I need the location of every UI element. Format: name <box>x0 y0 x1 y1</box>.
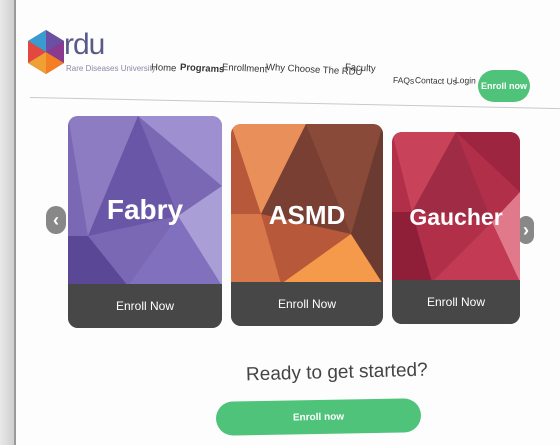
card-enroll-button-gaucher[interactable]: Enroll Now <box>392 280 520 324</box>
program-card-asmd[interactable]: ASMD Enroll Now <box>231 124 383 326</box>
program-card-fabry[interactable]: Fabry Enroll Now <box>68 116 222 328</box>
nav-home[interactable]: Home <box>151 62 177 74</box>
card-title-asmd: ASMD <box>268 200 346 230</box>
nav-faqs[interactable]: FAQs <box>393 75 415 86</box>
chevron-left-icon: ‹ <box>53 209 59 230</box>
card-enroll-button-asmd[interactable]: Enroll Now <box>231 282 383 326</box>
device-bezel <box>0 0 14 445</box>
header-enroll-button[interactable]: Enroll now <box>478 70 530 102</box>
nav-contact[interactable]: Contact Us <box>415 75 457 86</box>
program-card-gaucher[interactable]: Gaucher Enroll Now <box>392 132 520 324</box>
logo-wordmark[interactable]: rdu <box>64 28 105 62</box>
card-enroll-button-fabry[interactable]: Enroll Now <box>68 284 222 328</box>
card-title-gaucher: Gaucher <box>409 204 503 230</box>
nav-enrollment[interactable]: Enrollment <box>222 62 268 75</box>
carousel-prev-button[interactable]: ‹ <box>46 206 66 234</box>
nav-programs[interactable]: Programs <box>180 62 225 75</box>
cta-enroll-button[interactable]: Enroll now <box>215 398 422 436</box>
nav-login[interactable]: Login <box>455 75 476 86</box>
chevron-right-icon: › <box>523 219 529 240</box>
carousel-next-button[interactable]: › <box>518 216 534 244</box>
logo-subtitle: Rare Diseases University <box>66 64 156 73</box>
card-title-fabry: Fabry <box>106 194 184 225</box>
nav-faculty[interactable]: Faculty <box>345 62 376 75</box>
rdu-logo-icon[interactable] <box>28 30 64 74</box>
